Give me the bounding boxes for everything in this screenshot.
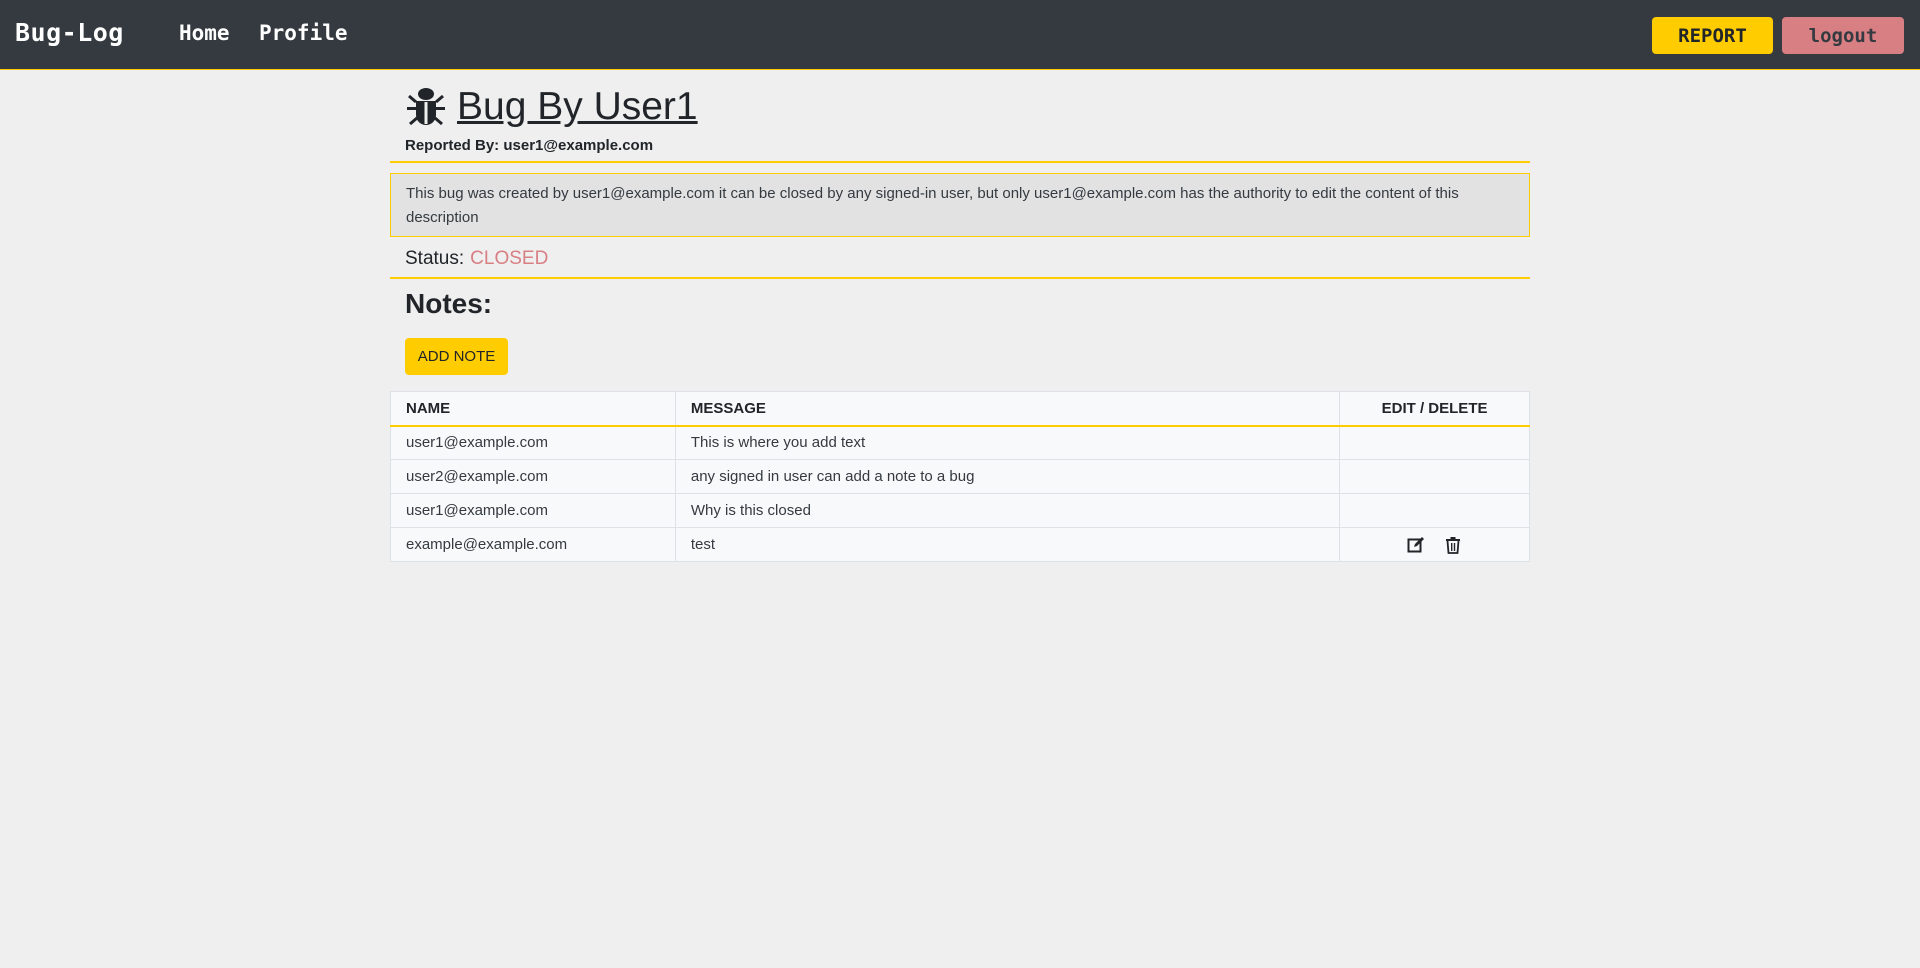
- reported-by-label: Reported By:: [405, 137, 500, 154]
- note-message: Why is this closed: [674, 493, 1341, 528]
- table-row: example@example.com test: [390, 527, 1530, 562]
- column-header-name: NAME: [390, 391, 676, 427]
- column-header-actions: EDIT / DELETE: [1339, 391, 1530, 427]
- note-name: example@example.com: [390, 527, 676, 562]
- brand-logo[interactable]: Bug-Log: [15, 18, 124, 47]
- table-row: user1@example.com Why is this closed: [390, 493, 1530, 528]
- table-header-row: NAME MESSAGE EDIT / DELETE: [390, 391, 1530, 427]
- status-badge: CLOSED: [470, 248, 549, 269]
- divider: [390, 277, 1530, 279]
- title-row: Bug By User1: [405, 82, 698, 132]
- note-name: user1@example.com: [390, 425, 676, 460]
- note-message: test: [674, 527, 1341, 562]
- note-actions: [1339, 425, 1530, 460]
- table-row: user1@example.com This is where you add …: [390, 425, 1530, 460]
- note-actions: [1339, 459, 1530, 494]
- column-header-message: MESSAGE: [674, 391, 1341, 427]
- report-button[interactable]: REPORT: [1652, 17, 1773, 54]
- reported-by: Reported By: user1@example.com: [405, 137, 653, 154]
- note-name: user1@example.com: [390, 493, 676, 528]
- note-message: any signed in user can add a note to a b…: [674, 459, 1341, 494]
- add-note-button[interactable]: ADD NOTE: [405, 338, 508, 375]
- table-row: user2@example.com any signed in user can…: [390, 459, 1530, 494]
- status-row: Status: CLOSED: [405, 248, 548, 270]
- notes-heading: Notes:: [405, 288, 493, 319]
- bug-description: This bug was created by user1@example.co…: [390, 173, 1530, 237]
- trash-icon[interactable]: [1444, 536, 1462, 554]
- logout-button[interactable]: logout: [1782, 17, 1904, 54]
- nav-home-link[interactable]: Home: [179, 21, 230, 45]
- reported-by-email: user1@example.com: [503, 137, 654, 154]
- note-message: This is where you add text: [674, 425, 1341, 460]
- note-name: user2@example.com: [390, 459, 676, 494]
- note-actions: [1339, 493, 1530, 528]
- navbar: Bug-Log Home Profile REPORT logout: [0, 0, 1920, 70]
- page-title[interactable]: Bug By User1: [457, 85, 698, 129]
- note-actions: [1339, 527, 1530, 562]
- notes-table: NAME MESSAGE EDIT / DELETE user1@example…: [390, 391, 1530, 562]
- nav-profile-link[interactable]: Profile: [259, 21, 348, 45]
- status-label: Status:: [405, 248, 465, 269]
- bug-icon: [407, 88, 445, 126]
- edit-icon[interactable]: [1407, 536, 1425, 554]
- divider: [390, 161, 1530, 163]
